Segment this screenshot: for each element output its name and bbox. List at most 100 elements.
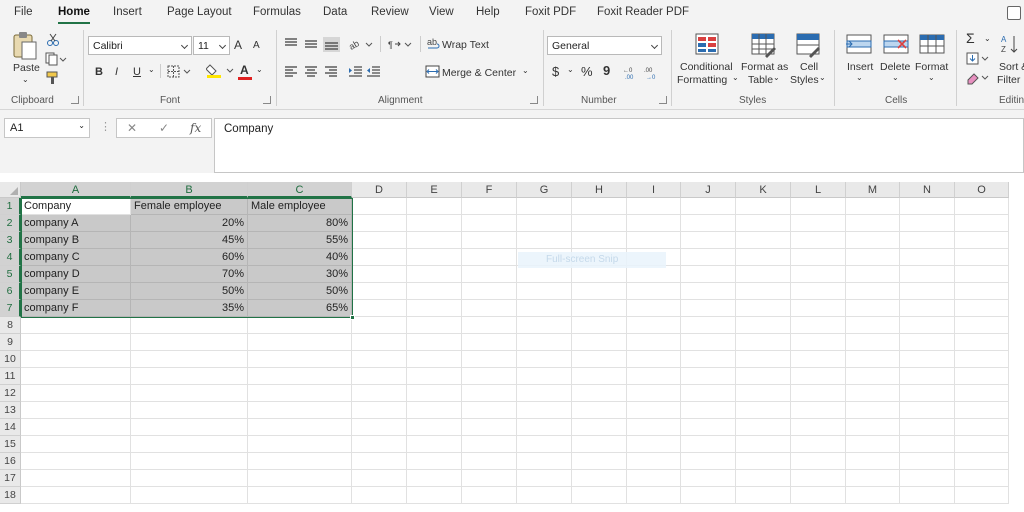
cell-j7[interactable] [681,300,736,317]
decrease-font-size-button[interactable]: A [253,40,260,51]
cell-f2[interactable] [462,215,517,232]
cell-l7[interactable] [791,300,846,317]
formula-input[interactable]: Company [214,118,1024,173]
cell-k13[interactable] [736,402,791,419]
row-header-16[interactable]: 16 [0,453,21,470]
cell-a14[interactable] [21,419,131,436]
alignment-launcher-icon[interactable] [530,96,538,104]
cell-m4[interactable] [846,249,900,266]
delete-cells-button[interactable]: Delete [880,61,910,73]
cell-n16[interactable] [900,453,955,470]
font-color-button[interactable]: A [240,63,249,77]
cell-b6[interactable]: 50% [131,283,248,300]
cell-i14[interactable] [627,419,681,436]
cell-l3[interactable] [791,232,846,249]
cell-i17[interactable] [627,470,681,487]
cell-l10[interactable] [791,351,846,368]
cell-m17[interactable] [846,470,900,487]
cell-a9[interactable] [21,334,131,351]
cell-b1[interactable]: Female employee [131,198,248,215]
column-header-e[interactable]: E [407,182,462,198]
cell-a11[interactable] [21,368,131,385]
menu-foxit-pdf[interactable]: Foxit PDF [525,6,576,18]
cell-m8[interactable] [846,317,900,334]
cell-e13[interactable] [407,402,462,419]
cell-j12[interactable] [681,385,736,402]
cell-m10[interactable] [846,351,900,368]
cell-n11[interactable] [900,368,955,385]
cell-j4[interactable] [681,249,736,266]
cell-a18[interactable] [21,487,131,504]
cell-j17[interactable] [681,470,736,487]
cell-k1[interactable] [736,198,791,215]
cell-o10[interactable] [955,351,1009,368]
cell-k11[interactable] [736,368,791,385]
cell-h5[interactable] [572,266,627,283]
cell-o9[interactable] [955,334,1009,351]
cell-n13[interactable] [900,402,955,419]
column-header-i[interactable]: I [627,182,681,198]
autosum-dropdown-icon[interactable]: ⌄ [984,34,991,43]
cell-d5[interactable] [352,266,407,283]
cell-n15[interactable] [900,436,955,453]
fill-color-icon[interactable] [206,62,236,79]
cell-n12[interactable] [900,385,955,402]
cell-n14[interactable] [900,419,955,436]
cell-e7[interactable] [407,300,462,317]
cell-m13[interactable] [846,402,900,419]
cell-j14[interactable] [681,419,736,436]
cell-h17[interactable] [572,470,627,487]
row-header-7[interactable]: 7 [0,300,21,317]
cell-o3[interactable] [955,232,1009,249]
cell-n18[interactable] [900,487,955,504]
cell-i7[interactable] [627,300,681,317]
format-as-table-button[interactable]: Format as [741,61,788,73]
cell-f6[interactable] [462,283,517,300]
menu-help[interactable]: Help [476,6,500,18]
cell-k17[interactable] [736,470,791,487]
menu-formulas[interactable]: Formulas [253,6,301,18]
column-header-c[interactable]: C [248,182,352,198]
row-header-15[interactable]: 15 [0,436,21,453]
cell-m14[interactable] [846,419,900,436]
cell-styles-dropdown-icon[interactable]: ⌄ [819,73,826,82]
cell-n17[interactable] [900,470,955,487]
cell-g18[interactable] [517,487,572,504]
delete-dropdown-icon[interactable]: ⌄ [892,73,899,82]
cell-g6[interactable] [517,283,572,300]
menu-page-layout[interactable]: Page Layout [167,6,232,18]
cell-k4[interactable] [736,249,791,266]
row-header-3[interactable]: 3 [0,232,21,249]
cell-o14[interactable] [955,419,1009,436]
cell-n8[interactable] [900,317,955,334]
conditional-formatting-icon[interactable] [694,32,722,58]
clipboard-launcher-icon[interactable] [71,96,79,104]
cell-h8[interactable] [572,317,627,334]
cell-o8[interactable] [955,317,1009,334]
cell-i16[interactable] [627,453,681,470]
cell-o15[interactable] [955,436,1009,453]
cell-h15[interactable] [572,436,627,453]
insert-cells-button[interactable]: Insert [847,61,873,73]
cell-f5[interactable] [462,266,517,283]
cell-n6[interactable] [900,283,955,300]
cell-b18[interactable] [131,487,248,504]
cell-a2[interactable]: company A [21,215,131,232]
cell-d4[interactable] [352,249,407,266]
menu-file[interactable]: File [14,6,33,18]
cell-i15[interactable] [627,436,681,453]
cell-c4[interactable]: 40% [248,249,352,266]
cell-f8[interactable] [462,317,517,334]
format-as-table-icon[interactable] [750,32,778,58]
copy-icon[interactable] [45,52,67,66]
row-header-11[interactable]: 11 [0,368,21,385]
cell-m6[interactable] [846,283,900,300]
menu-data[interactable]: Data [323,6,347,18]
cell-k12[interactable] [736,385,791,402]
cell-k10[interactable] [736,351,791,368]
cell-h1[interactable] [572,198,627,215]
fill-handle[interactable] [350,315,355,320]
column-header-g[interactable]: G [517,182,572,198]
cell-c13[interactable] [248,402,352,419]
cell-a6[interactable]: company E [21,283,131,300]
